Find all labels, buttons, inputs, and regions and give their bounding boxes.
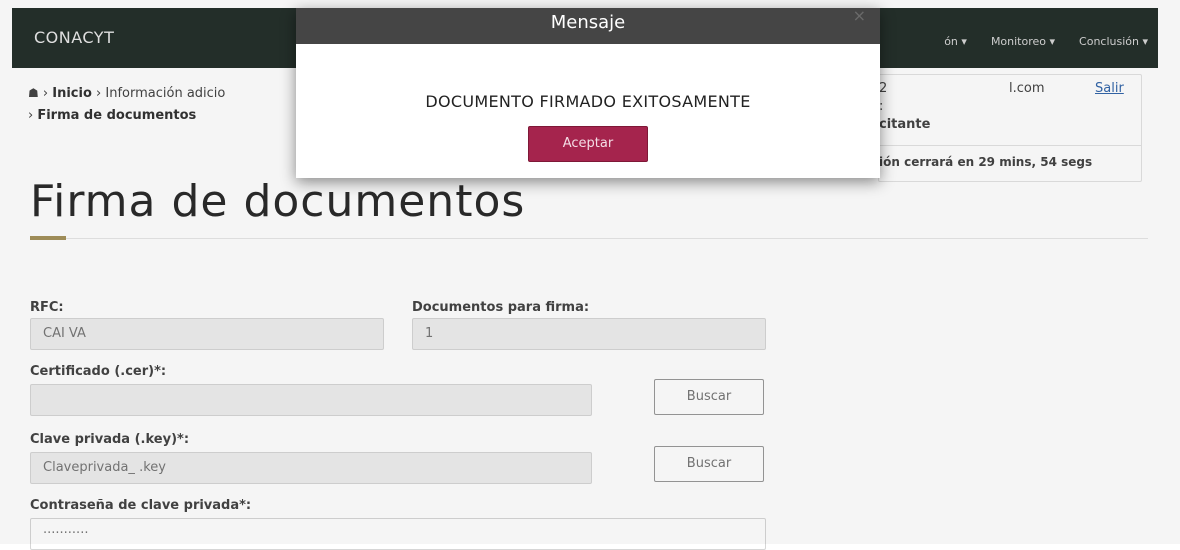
dialog-message: DOCUMENTO FIRMADO EXITOSAMENTE xyxy=(425,92,751,111)
message-dialog: Mensaje × DOCUMENTO FIRMADO EXITOSAMENTE… xyxy=(296,6,880,178)
dialog-header: Mensaje × xyxy=(296,6,880,44)
accept-button[interactable]: Aceptar xyxy=(528,126,648,162)
close-icon[interactable]: × xyxy=(853,6,866,25)
dialog-title: Mensaje xyxy=(550,12,626,33)
page: CONACYT ón ▾ Monitoreo ▾ Conclusión ▾ ☗ … xyxy=(0,0,1180,550)
